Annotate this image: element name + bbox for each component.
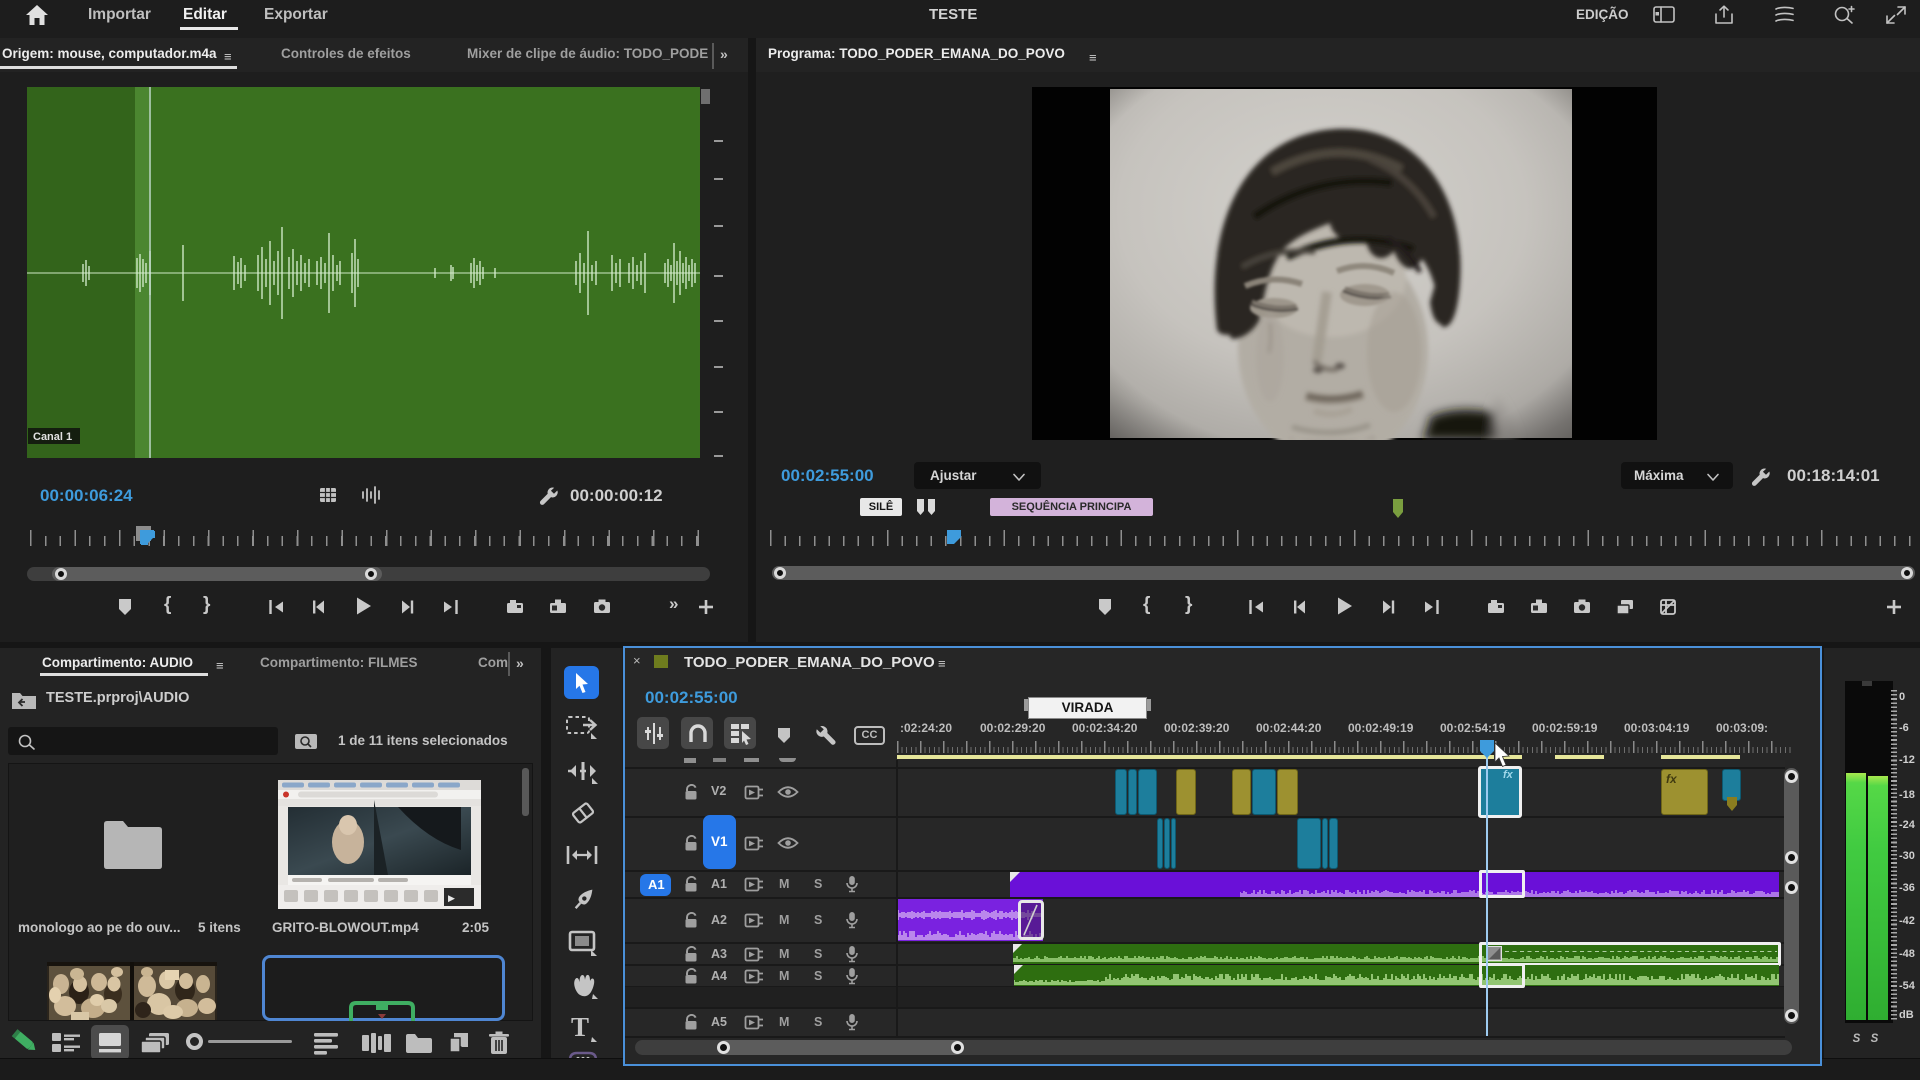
- svg-text:▶: ▶: [448, 893, 455, 903]
- svg-text:Canal 1: Canal 1: [33, 431, 72, 443]
- svg-text:T: T: [571, 1012, 589, 1042]
